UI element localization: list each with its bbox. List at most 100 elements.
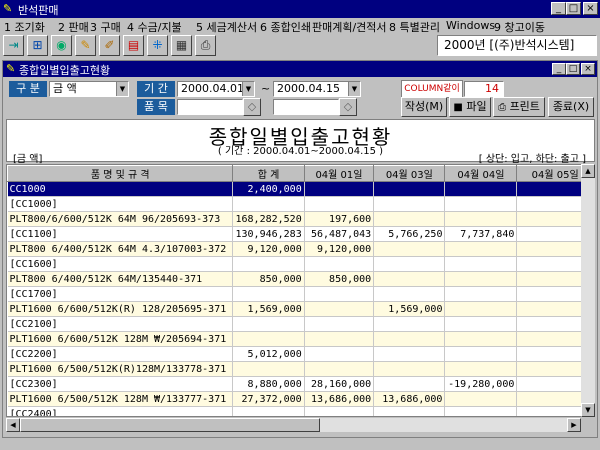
tree-icon[interactable]: ⊞ [27, 35, 48, 56]
total-cell[interactable] [232, 331, 305, 347]
item-cell[interactable]: [CC1700] [7, 286, 234, 302]
scroll-down-icon[interactable]: ▼ [581, 403, 595, 417]
menu-collect[interactable]: 4 수금/지불 [127, 19, 182, 35]
day-cell[interactable] [444, 286, 518, 302]
item-cell[interactable]: PLT1600 6/600/512K(R) 128/205695-371 [7, 301, 234, 317]
table-row[interactable]: PLT1600 6/500/512K 128M ₩/133777-371 27,3… [7, 391, 594, 407]
day-cell[interactable] [373, 196, 446, 212]
table-row[interactable]: PLT1600 6/500/512K(R)128M/133778-371 [7, 361, 594, 377]
total-cell[interactable]: 9,120,000 [232, 241, 305, 257]
day-cell[interactable] [444, 211, 518, 227]
total-cell[interactable]: 130,946,283 [232, 226, 305, 242]
app-title-bar[interactable]: ✎ 반석판매 _ □ × [0, 0, 600, 18]
day-cell[interactable] [373, 256, 446, 272]
calculator-icon[interactable]: ▦ [171, 35, 192, 56]
total-cell[interactable] [232, 316, 305, 332]
total-cell[interactable]: 168,282,520 [232, 211, 305, 227]
col-header-item[interactable]: 품 명 및 규 격 [7, 165, 234, 182]
menu-sales[interactable]: 2 판매 [58, 19, 89, 35]
day-cell[interactable] [373, 271, 446, 287]
report-icon[interactable]: ▤ [123, 35, 144, 56]
menu-special[interactable]: 8 특별관리 [389, 19, 440, 35]
day-cell[interactable] [444, 271, 518, 287]
day-cell[interactable] [444, 256, 518, 272]
total-cell[interactable]: 1,569,000 [232, 301, 305, 317]
item-cell[interactable]: [CC1600] [7, 256, 234, 272]
globe-icon[interactable]: ◉ [51, 35, 72, 56]
day-cell[interactable] [304, 256, 375, 272]
table-row[interactable]: [CC1000] [7, 196, 594, 212]
report-window-title-bar[interactable]: ✎ 종합일별입출고현황 _ □ × [3, 61, 597, 77]
menu-purchase[interactable]: 3 구매 [90, 19, 121, 35]
scroll-right-icon[interactable]: ▶ [567, 418, 581, 432]
print-button[interactable]: ⎙ 프린트 [493, 97, 545, 117]
vertical-scrollbar[interactable]: ▲ ▼ [581, 164, 595, 417]
item-cell[interactable]: CC1000 [7, 181, 234, 197]
day-cell[interactable] [304, 361, 375, 377]
table-row[interactable]: [CC2200] 5,012,000 [7, 346, 594, 362]
col-header-day[interactable]: 04월 01일 [303, 165, 375, 182]
minimize-button[interactable]: _ [551, 2, 566, 15]
day-cell[interactable]: -19,280,000 [444, 376, 518, 392]
day-cell[interactable]: 13,686,000 [373, 391, 446, 407]
table-row[interactable]: CC1000 2,400,000 [7, 181, 594, 197]
item-cell[interactable]: PLT1600 6/500/512K 128M ₩/133777-371 [7, 391, 234, 407]
item-cell[interactable]: PLT1600 6/600/512K 128M ₩/205694-371 [7, 331, 234, 347]
day-cell[interactable] [373, 241, 446, 257]
printer-icon[interactable]: ⎙ [195, 35, 216, 56]
day-cell[interactable] [373, 181, 446, 197]
menu-windows[interactable]: Windows [446, 19, 495, 32]
item-to-field[interactable] [273, 99, 339, 115]
total-cell[interactable]: 27,372,000 [232, 391, 305, 407]
total-cell[interactable] [232, 286, 305, 302]
total-cell[interactable]: 850,000 [232, 271, 305, 287]
scroll-thumb[interactable] [20, 418, 320, 432]
close-report-button[interactable]: 종료(X) [548, 97, 594, 117]
item-cell[interactable]: PLT800/6/600/512K 64M 96/205693-373 [7, 211, 234, 227]
item-cell[interactable]: [CC2400] [7, 406, 234, 416]
table-row[interactable]: PLT800 6/400/512K 64M 4.3/107003-372 9,12… [7, 241, 594, 257]
item-to-search-icon[interactable]: ◇ [339, 98, 357, 116]
day-cell[interactable]: 13,686,000 [304, 391, 375, 407]
day-cell[interactable] [373, 361, 446, 377]
day-cell[interactable] [304, 346, 375, 362]
table-row[interactable]: [CC1700] [7, 286, 594, 302]
total-cell[interactable]: 2,400,000 [232, 181, 305, 197]
total-cell[interactable]: 8,880,000 [232, 376, 305, 392]
inner-close-button[interactable]: × [581, 63, 595, 75]
item-from-search-icon[interactable]: ◇ [243, 98, 261, 116]
menu-print[interactable]: 6 종합인쇄 [260, 19, 311, 35]
create-button[interactable]: 작성(M) [401, 97, 447, 117]
day-cell[interactable] [304, 286, 375, 302]
total-cell[interactable]: 5,012,000 [232, 346, 305, 362]
day-cell[interactable] [304, 301, 375, 317]
chevron-down-icon[interactable]: ▼ [242, 82, 254, 96]
day-cell[interactable] [304, 331, 375, 347]
item-cell[interactable]: PLT800 6/400/512K 64M 4.3/107003-372 [7, 241, 234, 257]
day-cell[interactable] [444, 196, 518, 212]
scroll-up-icon[interactable]: ▲ [581, 164, 595, 178]
close-button[interactable]: × [583, 2, 598, 15]
day-cell[interactable] [444, 361, 518, 377]
chevron-down-icon[interactable]: ▼ [116, 82, 128, 96]
menu-tax-invoice[interactable]: 5 세금계산서 [196, 19, 257, 35]
inner-maximize-button[interactable]: □ [566, 63, 580, 75]
col-header-total[interactable]: 합 계 [232, 165, 305, 182]
day-cell[interactable]: 7,737,840 [444, 226, 518, 242]
day-cell[interactable]: 5,766,250 [373, 226, 446, 242]
day-cell[interactable]: 56,487,043 [304, 226, 375, 242]
day-cell[interactable] [373, 331, 446, 347]
day-cell[interactable] [444, 241, 518, 257]
day-cell[interactable] [304, 406, 375, 416]
day-cell[interactable] [373, 346, 446, 362]
item-cell[interactable]: PLT1600 6/500/512K(R)128M/133778-371 [7, 361, 234, 377]
day-cell[interactable] [304, 316, 375, 332]
total-cell[interactable] [232, 406, 305, 416]
col-header-day[interactable]: 04월 04일 [444, 165, 518, 182]
item-cell[interactable]: PLT800 6/400/512K 64M/135440-371 [7, 271, 234, 287]
menu-plan[interactable]: 판매계획/견적서 [312, 19, 387, 35]
day-cell[interactable] [444, 406, 518, 416]
item-cell[interactable]: [CC1000] [7, 196, 234, 212]
day-cell[interactable] [444, 391, 518, 407]
table-row[interactable]: [CC1600] [7, 256, 594, 272]
